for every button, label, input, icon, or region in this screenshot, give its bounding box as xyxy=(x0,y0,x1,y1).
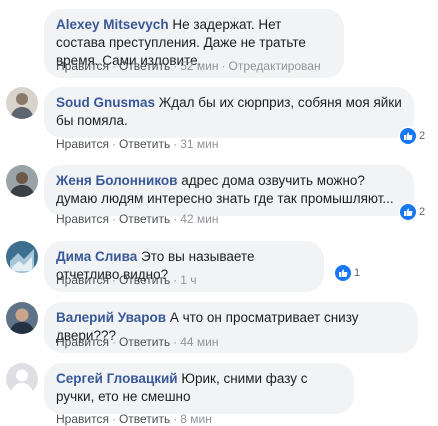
thumbs-up-icon xyxy=(400,204,416,220)
avatar[interactable] xyxy=(6,87,38,119)
comment-time[interactable]: 31 мин xyxy=(180,137,218,151)
separator: · xyxy=(111,137,116,151)
avatar[interactable] xyxy=(6,165,38,197)
comment-author[interactable]: Сергей Гловацкий xyxy=(56,371,178,386)
separator: · xyxy=(111,59,116,73)
comment-actions: Нравится · Ответить · 42 мин xyxy=(56,212,219,226)
reply-link[interactable]: Ответить xyxy=(119,412,170,426)
comment-actions: Нравится · Ответить · 44 мин xyxy=(56,335,219,349)
separator: · xyxy=(111,273,116,287)
comment-author[interactable]: Дима Слива xyxy=(56,249,137,264)
like-link[interactable]: Нравится xyxy=(56,212,109,226)
comment-author[interactable]: Женя Болонников xyxy=(56,173,177,188)
like-link[interactable]: Нравится xyxy=(56,335,109,349)
comment-time[interactable]: 8 мин xyxy=(180,412,212,426)
comment-actions: Нравится · Ответить · 8 мин xyxy=(56,412,212,426)
avatar[interactable] xyxy=(6,302,38,334)
reaction-count[interactable]: 1 xyxy=(335,264,360,282)
reply-link[interactable]: Ответить xyxy=(119,273,170,287)
separator: · xyxy=(111,412,116,426)
reply-link[interactable]: Ответить xyxy=(119,137,170,151)
comment-actions: Нравится · Ответить · 1 ч xyxy=(56,273,197,287)
reaction-count[interactable]: 2 xyxy=(400,203,425,221)
like-link[interactable]: Нравится xyxy=(56,59,109,73)
comment-bubble: Soud Gnusmas Ждал бы их сюрприз, собяня … xyxy=(44,87,414,138)
reaction-number: 1 xyxy=(354,267,361,279)
reaction-count[interactable]: 2 xyxy=(400,127,425,145)
reply-link[interactable]: Ответить xyxy=(119,212,170,226)
like-link[interactable]: Нравится xyxy=(56,273,109,287)
comment-time[interactable]: 42 мин xyxy=(180,212,218,226)
separator: · xyxy=(111,212,116,226)
comment-actions: Нравится · Ответить · 31 мин xyxy=(56,137,219,151)
like-link[interactable]: Нравится xyxy=(56,137,109,151)
comment-bubble: Сергей Гловацкий Юрик, сними фазу с ручк… xyxy=(44,363,354,414)
separator: · xyxy=(173,59,178,73)
reaction-number: 2 xyxy=(419,130,426,142)
separator: · xyxy=(173,212,178,226)
thumbs-up-icon xyxy=(400,128,416,144)
comment-author[interactable]: Alexey Mitsevych xyxy=(56,17,169,32)
separator: · xyxy=(173,273,178,287)
comment-time[interactable]: 44 мин xyxy=(180,335,218,349)
thumbs-up-icon xyxy=(335,265,351,281)
comment-time[interactable]: 52 мин xyxy=(180,59,218,73)
like-link[interactable]: Нравится xyxy=(56,412,109,426)
comment-time[interactable]: 1 ч xyxy=(180,273,196,287)
avatar[interactable] xyxy=(6,241,38,273)
separator: · xyxy=(173,137,178,151)
reply-link[interactable]: Ответить xyxy=(119,59,170,73)
reply-link[interactable]: Ответить xyxy=(119,335,170,349)
separator: · xyxy=(221,59,226,73)
edited-label[interactable]: Отредактирован xyxy=(229,59,321,73)
comment-author[interactable]: Soud Gnusmas xyxy=(56,95,155,110)
comment-author[interactable]: Валерий Уваров xyxy=(56,310,166,325)
separator: · xyxy=(111,335,116,349)
reaction-number: 2 xyxy=(419,206,426,218)
separator: · xyxy=(173,335,178,349)
avatar[interactable] xyxy=(6,363,38,395)
comment-actions: Нравится · Ответить · 52 мин · Отредактирован xyxy=(56,59,321,73)
comment-bubble: Женя Болонников адрес дома озвучить можн… xyxy=(44,165,414,216)
separator: · xyxy=(173,412,178,426)
